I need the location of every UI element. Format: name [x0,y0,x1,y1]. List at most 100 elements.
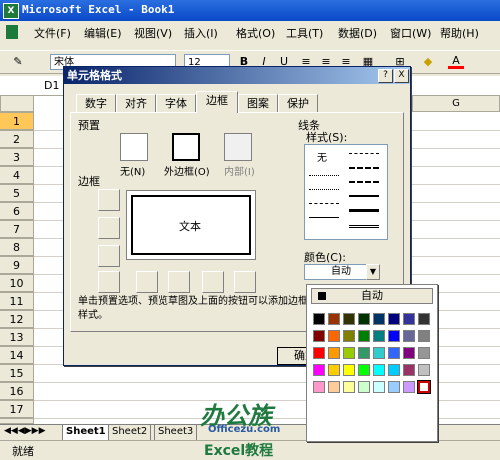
sheet-tab-3[interactable]: Sheet3 [154,425,198,441]
border-left-icon[interactable] [136,271,158,293]
color-swatch[interactable] [403,381,415,393]
color-swatch[interactable] [388,313,400,325]
tab-scroll-arrows-icon[interactable]: ◀◀◀▶▶▶ [4,426,46,436]
preset-outline-icon[interactable] [172,133,200,161]
line-style-option[interactable] [309,217,339,218]
line-style-option[interactable] [309,203,339,204]
corner-select[interactable] [0,96,34,112]
row-header[interactable]: 1 [0,112,34,130]
color-swatch[interactable] [373,364,385,376]
menu-edit[interactable]: 编辑(E) [84,25,122,41]
row-header[interactable]: 17 [0,400,34,418]
row-header[interactable]: 8 [0,238,34,256]
line-style-option[interactable] [349,167,379,169]
color-swatch[interactable] [343,364,355,376]
name-box[interactable]: D1 [44,79,59,92]
border-diag-up-icon[interactable] [98,271,120,293]
line-style-option[interactable] [309,175,339,176]
menu-format[interactable]: 格式(O) [236,25,275,41]
border-right-icon[interactable] [202,271,224,293]
menu-tools[interactable]: 工具(T) [286,25,323,41]
row-header[interactable]: 13 [0,328,34,346]
tab-patterns[interactable]: 图案 [238,94,278,112]
menu-file[interactable]: 文件(F) [34,25,71,41]
color-swatch[interactable] [328,313,340,325]
tab-alignment[interactable]: 对齐 [116,94,156,112]
color-swatch[interactable] [313,347,325,359]
color-swatch[interactable] [403,347,415,359]
row-header[interactable]: 3 [0,148,34,166]
border-bottom-icon[interactable] [98,245,120,267]
sheet-tab-1[interactable]: Sheet1 [62,425,110,441]
row-header[interactable]: 6 [0,202,34,220]
format-painter-icon[interactable]: ✎ [10,54,26,70]
color-swatch[interactable] [403,313,415,325]
color-swatch[interactable] [418,330,430,342]
row-header[interactable]: 2 [0,130,34,148]
color-swatch[interactable] [358,364,370,376]
color-swatch[interactable] [388,364,400,376]
color-swatch[interactable] [358,381,370,393]
menu-window[interactable]: 窗口(W) [390,25,431,41]
row-header[interactable]: 9 [0,256,34,274]
row-header[interactable]: 4 [0,166,34,184]
help-button[interactable]: ? [378,69,393,83]
color-swatch[interactable] [417,380,431,394]
color-swatch[interactable] [313,381,325,393]
color-swatch[interactable] [328,347,340,359]
border-middle-icon[interactable] [98,217,120,239]
row-header[interactable]: 7 [0,220,34,238]
color-swatch[interactable] [373,330,385,342]
row-header[interactable]: 16 [0,382,34,400]
row-header[interactable]: 11 [0,292,34,310]
sheet-tab-2[interactable]: Sheet2 [108,425,152,441]
color-swatch[interactable] [328,364,340,376]
line-style-option[interactable] [309,189,339,190]
color-swatch[interactable] [328,330,340,342]
tab-protection[interactable]: 保护 [278,94,318,112]
tab-border[interactable]: 边框 [196,91,238,113]
color-swatch[interactable] [328,381,340,393]
color-swatch[interactable] [343,313,355,325]
color-swatch[interactable] [388,381,400,393]
color-swatch[interactable] [388,347,400,359]
column-header-g[interactable]: G [412,96,500,112]
color-swatch[interactable] [418,313,430,325]
color-swatch[interactable] [343,330,355,342]
font-color-button[interactable]: A [448,54,464,69]
line-style-option[interactable] [349,225,379,228]
menu-data[interactable]: 数据(D) [338,25,377,41]
color-swatch[interactable] [403,364,415,376]
color-swatch[interactable] [373,313,385,325]
border-preview[interactable]: 文本 [126,190,256,260]
color-swatch[interactable] [373,347,385,359]
chevron-down-icon[interactable]: ▼ [366,264,380,280]
border-top-icon[interactable] [98,189,120,211]
row-header[interactable]: 15 [0,364,34,382]
menu-view[interactable]: 视图(V) [134,25,172,41]
line-style-option[interactable] [349,153,379,154]
color-swatch[interactable] [313,364,325,376]
border-diag-down-icon[interactable] [234,271,256,293]
row-header[interactable]: 5 [0,184,34,202]
color-swatch[interactable] [343,381,355,393]
row-header[interactable]: 14 [0,346,34,364]
border-center-icon[interactable] [168,271,190,293]
color-swatch[interactable] [358,347,370,359]
tab-number[interactable]: 数字 [76,94,116,112]
fill-color-icon[interactable]: ◆ [420,54,436,70]
color-swatch[interactable] [418,364,430,376]
color-swatch[interactable] [313,330,325,342]
menu-help[interactable]: 帮助(H) [440,25,479,41]
line-style-option[interactable] [349,209,379,212]
close-button[interactable]: X [394,69,409,83]
color-swatch[interactable] [313,313,325,325]
preset-inside-icon[interactable] [224,133,252,161]
tab-font[interactable]: 字体 [156,94,196,112]
preset-none-icon[interactable] [120,133,148,161]
row-header[interactable]: 10 [0,274,34,292]
color-swatch[interactable] [358,313,370,325]
auto-color-button[interactable]: 自动 [311,288,433,304]
menu-insert[interactable]: 插入(I) [184,25,218,41]
line-style-option[interactable] [349,195,379,197]
